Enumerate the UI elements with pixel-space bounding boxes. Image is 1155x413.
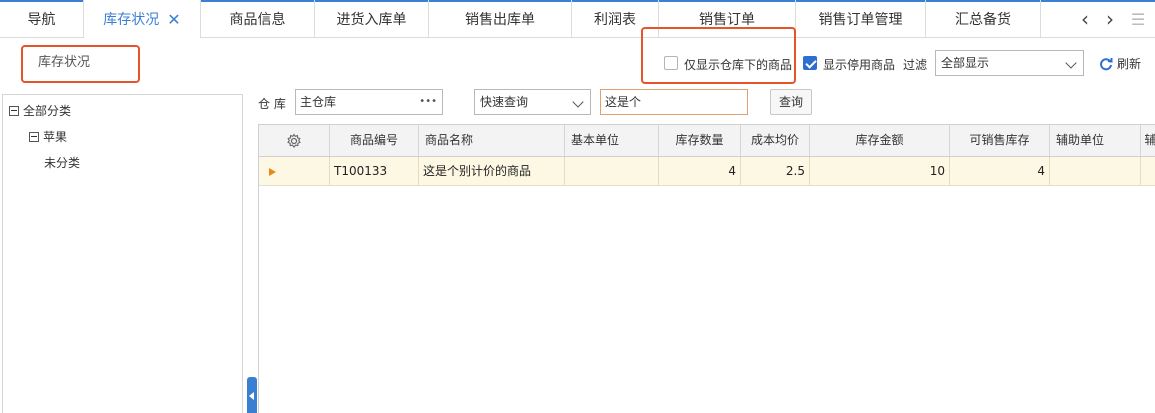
tab-label: 利润表 (594, 12, 636, 28)
tab-label: 导航 (27, 12, 56, 28)
column-settings[interactable] (259, 125, 330, 156)
row-pointer-icon (269, 168, 276, 176)
column-header[interactable]: 可销售库存 (950, 125, 1050, 156)
column-header[interactable]: 商品编号 (330, 125, 419, 156)
tree-item-uncategorized[interactable]: 未分类 (44, 154, 80, 171)
tab-sales-order-management[interactable]: 销售订单管理 (796, 0, 926, 38)
caret-down-icon (1065, 57, 1077, 69)
tab-label: 库存状况 (103, 12, 160, 28)
grid-header: 商品编号 商品名称 基本单位 库存数量 成本均价 库存金额 可销售库存 辅助单位… (259, 125, 1155, 157)
refresh-label: 刷新 (1117, 57, 1142, 71)
inventory-grid: 商品编号 商品名称 基本单位 库存数量 成本均价 库存金额 可销售库存 辅助单位… (258, 124, 1155, 413)
filter-select-value: 全部显示 (941, 56, 990, 70)
query-input-value: 这是个 (605, 95, 642, 109)
query-mode-select[interactable]: 快速查询 (474, 89, 591, 115)
cell-code[interactable]: T100133 (330, 157, 419, 185)
warehouse-label: 仓 库 (258, 97, 286, 111)
query-mode-value: 快速查询 (480, 95, 529, 109)
cell-amount[interactable]: 10 (810, 157, 950, 185)
more-icon[interactable]: ••• (419, 90, 437, 114)
tab-summary-stock[interactable]: 汇总备货 (926, 0, 1041, 38)
close-icon[interactable]: ✕ (167, 10, 180, 29)
column-header[interactable]: 库存数量 (659, 125, 741, 156)
cell-aux-unit[interactable] (1050, 157, 1141, 185)
gear-icon[interactable] (286, 133, 302, 149)
tree-item-all[interactable]: 全部分类 (9, 102, 71, 119)
minus-box-icon[interactable] (9, 105, 19, 116)
column-header[interactable]: 基本单位 (565, 125, 659, 156)
tab-inventory-status[interactable]: 库存状况 ✕ (84, 0, 201, 38)
filter-select[interactable]: 全部显示 (935, 50, 1084, 76)
warehouse-field[interactable]: 主仓库 ••• (295, 89, 443, 115)
cell-avg-cost[interactable]: 2.5 (741, 157, 810, 185)
tree-item-apple[interactable]: 苹果 (29, 128, 67, 145)
column-header[interactable]: 辅 (1141, 125, 1155, 156)
filter-label: 过滤 (903, 58, 928, 72)
caret-down-icon (572, 96, 584, 108)
warehouse-value: 主仓库 (300, 95, 337, 109)
row-indicator (259, 157, 330, 185)
query-button[interactable]: 查询 (770, 89, 812, 115)
chevron-right-icon[interactable]: › (1099, 0, 1121, 38)
show-disabled-checkbox[interactable] (803, 56, 817, 70)
tab-label: 汇总备货 (955, 12, 1011, 28)
tree-item-label: 苹果 (43, 130, 68, 144)
tab-label: 销售订单 (699, 12, 755, 28)
highlight-box-title (21, 45, 140, 83)
refresh-icon (1100, 57, 1113, 70)
cell-unit[interactable] (565, 157, 659, 185)
tab-sales-delivery[interactable]: 销售出库单 (429, 0, 572, 38)
highlight-box-filter (641, 27, 796, 84)
minus-box-icon[interactable] (29, 131, 39, 142)
tab-label: 销售出库单 (465, 12, 535, 28)
chevron-left-icon[interactable]: ‹ (1074, 0, 1096, 38)
column-header[interactable]: 辅助单位 (1050, 125, 1141, 156)
column-header[interactable]: 成本均价 (741, 125, 810, 156)
tab-label: 商品信息 (229, 12, 286, 28)
tab-label: 销售订单管理 (818, 12, 903, 28)
cell-saleable[interactable]: 4 (950, 157, 1050, 185)
column-header[interactable]: 商品名称 (419, 125, 565, 156)
query-input[interactable]: 这是个 (600, 89, 748, 115)
refresh-button[interactable]: 刷新 (1099, 55, 1141, 72)
tab-navigation[interactable]: 导航 (0, 0, 84, 38)
menu-icon[interactable]: ☰ (1126, 0, 1150, 38)
show-disabled-label: 显示停用商品 (823, 58, 896, 72)
tab-bar: 导航 库存状况 ✕ 商品信息 进货入库单 销售出库单 利润表 销售订单 销售订单… (0, 0, 1155, 38)
tab-product-info[interactable]: 商品信息 (201, 0, 315, 38)
category-tree: 全部分类 苹果 未分类 (2, 94, 243, 413)
cell-extra[interactable] (1141, 157, 1155, 185)
collapse-arrow-icon[interactable] (247, 377, 257, 413)
cell-qty[interactable]: 4 (659, 157, 741, 185)
column-header[interactable]: 库存金额 (810, 125, 950, 156)
tree-item-label: 全部分类 (23, 104, 72, 118)
cell-name[interactable]: 这是个别计价的商品 (419, 157, 565, 185)
table-row[interactable]: T100133 这是个别计价的商品 4 2.5 10 4 (259, 157, 1155, 186)
tab-label: 进货入库单 (336, 12, 407, 28)
tree-item-label: 未分类 (44, 156, 81, 170)
tab-purchase-receipt[interactable]: 进货入库单 (315, 0, 429, 38)
